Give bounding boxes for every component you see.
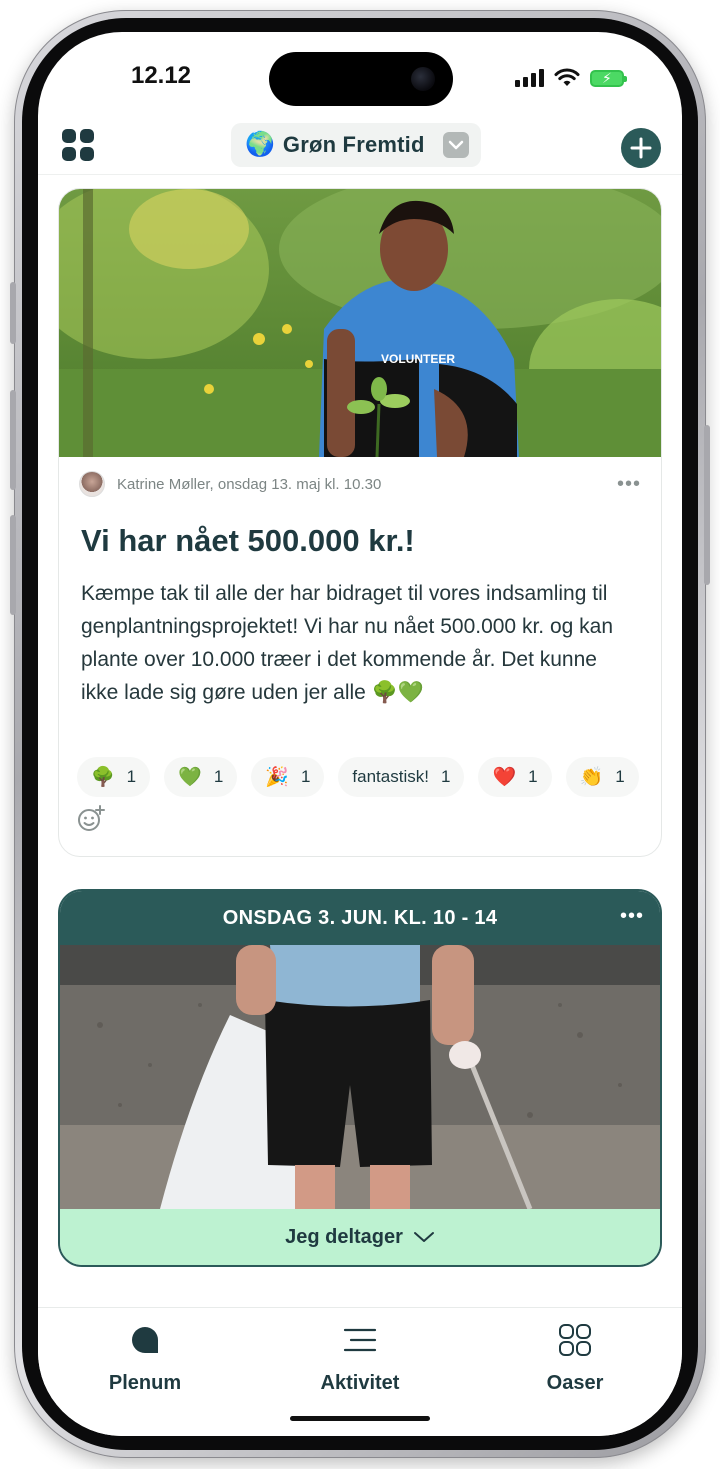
status-time: 12.12 xyxy=(130,62,192,89)
reaction-party[interactable]: 🎉 1 xyxy=(251,757,325,797)
join-event-button[interactable]: Jeg deltager xyxy=(60,1209,660,1265)
reactions-row: 🌳 1 💚 1 🎉 1 fantastisk! 1 ❤️ 1 👏 1 xyxy=(59,709,661,797)
feed: VOLUNTEER Katrine Møller, onsdag 13. maj… xyxy=(58,188,662,1267)
post-meta: Katrine Møller, onsdag 13. maj kl. 10.30… xyxy=(59,457,661,499)
event-card[interactable]: ONSDAG 3. JUN. KL. 10 - 14 ••• Jeg delta… xyxy=(58,889,662,1267)
reaction-red-heart[interactable]: ❤️ 1 xyxy=(478,757,552,797)
post-card[interactable]: VOLUNTEER Katrine Møller, onsdag 13. maj… xyxy=(58,188,662,857)
nav-aktivitet-label: Aktivitet xyxy=(320,1372,400,1394)
event-more-options-icon[interactable]: ••• xyxy=(620,905,644,928)
reaction-count: 1 xyxy=(440,767,451,786)
nav-aktivitet[interactable]: Aktivitet xyxy=(280,1320,440,1395)
apps-grid-icon[interactable] xyxy=(60,127,96,163)
action-button xyxy=(10,282,16,344)
wifi-icon xyxy=(554,68,580,86)
party-popper-emoji-icon: 🎉 xyxy=(265,767,289,788)
reaction-clap[interactable]: 👏 1 xyxy=(565,757,639,797)
post-body: Kæmpe tak til alle der har bidraget til … xyxy=(81,582,614,704)
home-indicator[interactable] xyxy=(290,1416,430,1421)
reaction-text: fantastisk! xyxy=(352,767,429,786)
cellular-signal-icon xyxy=(515,69,544,87)
create-post-button[interactable] xyxy=(621,128,661,168)
event-date: ONSDAG 3. JUN. KL. 10 - 14 xyxy=(222,906,498,929)
nav-plenum-label: Plenum xyxy=(108,1372,182,1394)
nav-oaser-label: Oaser xyxy=(546,1372,604,1394)
tree-emoji-icon: 🌳 xyxy=(91,767,115,788)
chevron-down-icon xyxy=(413,1232,434,1242)
post-more-options-icon[interactable]: ••• xyxy=(617,473,641,496)
reaction-count: 1 xyxy=(615,767,625,786)
reaction-count: 1 xyxy=(126,767,137,786)
reaction-fantastisk[interactable]: fantastisk! 1 xyxy=(338,757,465,797)
post-title: Vi har nået 500.000 kr.! xyxy=(81,523,415,558)
clapping-hands-emoji-icon: 👏 xyxy=(579,767,604,788)
reaction-count: 1 xyxy=(528,767,538,786)
volume-up-button xyxy=(10,390,16,490)
globe-icon: 🌍 xyxy=(245,131,275,158)
app-header: 🌍 Grøn Fremtid xyxy=(38,120,682,175)
add-reaction-icon[interactable] xyxy=(77,805,105,833)
community-name: Grøn Fremtid xyxy=(282,132,425,157)
screen: 12.12 ⚡ 🌍 Grøn Fremtid VOLUNTEER Katrine… xyxy=(38,32,682,1436)
community-switcher[interactable]: 🌍 Grøn Fremtid xyxy=(231,123,481,167)
chevron-down-icon xyxy=(442,132,469,158)
add-reaction xyxy=(59,797,661,856)
volunteer-shirt-text: VOLUNTEER xyxy=(381,352,455,366)
reaction-green-heart[interactable]: 💚 1 xyxy=(164,757,238,797)
oases-grid-icon xyxy=(559,1324,591,1356)
green-heart-emoji-icon: 💚 xyxy=(178,767,202,788)
nav-plenum[interactable]: Plenum xyxy=(65,1320,225,1395)
join-label: Jeg deltager xyxy=(285,1225,403,1248)
speech-bubble-icon xyxy=(132,1327,158,1353)
activity-list-icon xyxy=(343,1328,377,1352)
post-photo: VOLUNTEER xyxy=(59,189,661,457)
status-icons: ⚡ xyxy=(515,68,627,88)
battery-charging-icon: ⚡ xyxy=(590,69,627,87)
reaction-count: 1 xyxy=(300,767,311,786)
event-header: ONSDAG 3. JUN. KL. 10 - 14 ••• xyxy=(60,891,660,945)
reaction-tree[interactable]: 🌳 1 xyxy=(77,757,151,797)
power-button xyxy=(704,425,710,585)
volume-down-button xyxy=(10,515,16,615)
nav-oaser[interactable]: Oaser xyxy=(495,1320,655,1395)
author-and-date: Katrine Møller, onsdag 13. maj kl. 10.30 xyxy=(117,475,382,493)
dynamic-island xyxy=(269,52,453,106)
red-heart-emoji-icon: ❤️ xyxy=(492,767,517,788)
author-avatar[interactable] xyxy=(79,471,105,497)
event-photo xyxy=(60,945,660,1209)
front-camera xyxy=(411,67,435,91)
plus-icon xyxy=(630,137,652,159)
reaction-count: 1 xyxy=(213,767,224,786)
